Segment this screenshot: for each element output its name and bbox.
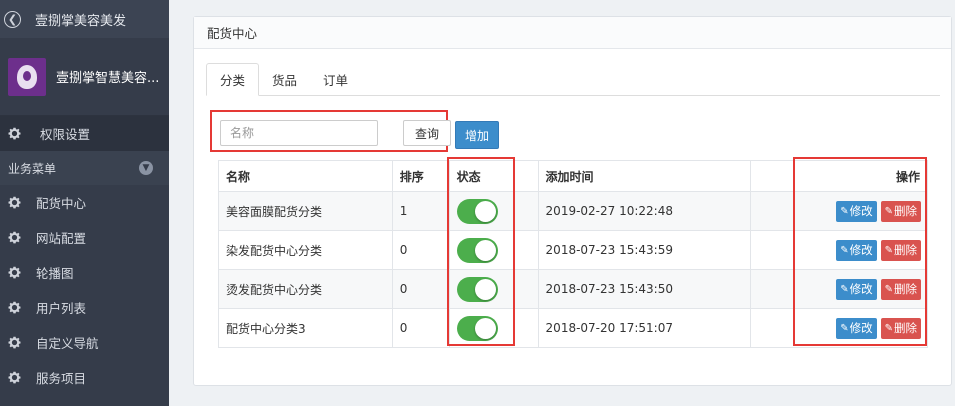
sidebar-item-label: 用户列表 <box>36 301 87 316</box>
delete-icon: ✎ <box>884 205 893 217</box>
sidebar-item-label: 权限设置 <box>40 127 91 142</box>
gear-icon <box>6 126 22 142</box>
panel-title: 配货中心 <box>194 17 951 49</box>
cell-ops: ✎ 修改 ✎ 删除 <box>750 269 928 309</box>
edit-button[interactable]: ✎ 修改 <box>836 317 877 339</box>
cell-order: 1 <box>391 191 450 231</box>
edit-button[interactable]: ✎ 修改 <box>836 200 877 222</box>
avatar <box>8 57 46 96</box>
cell-time: 2018-07-20 17:51:07 <box>537 308 752 348</box>
cell-status <box>448 230 539 270</box>
sidebar-group-label: 业务菜单 <box>8 161 57 176</box>
search-area-highlight: 查询 <box>210 110 451 152</box>
sidebar-item-label: 自定义导航 <box>36 336 99 351</box>
sidebar-item-carousel[interactable]: 轮播图 <box>0 255 169 290</box>
status-toggle[interactable] <box>456 276 498 302</box>
sidebar-item-custom-nav[interactable]: 自定义导航 <box>0 325 169 360</box>
cell-ops: ✎ 修改 ✎ 删除 <box>750 191 928 231</box>
user-name: 壹捌掌智慧美容... <box>56 71 160 86</box>
sidebar-item-label: 配货中心 <box>36 196 87 211</box>
edit-button[interactable]: ✎ 修改 <box>836 278 877 300</box>
cell-time: 2019-02-27 10:22:48 <box>537 191 752 231</box>
cell-order: 0 <box>391 269 450 309</box>
chevron-down-icon[interactable]: ▼ <box>139 161 153 175</box>
delete-icon: ✎ <box>884 283 893 295</box>
back-icon[interactable]: ❮ <box>4 10 21 28</box>
edit-icon: ✎ <box>840 283 849 295</box>
add-button[interactable]: 增加 <box>455 121 499 149</box>
sidebar-item-distribution[interactable]: 配货中心 <box>0 185 169 220</box>
tab-goods[interactable]: 货品 <box>259 63 310 96</box>
table-row: 美容面膜配货分类 1 2019-02-27 10:22:48 ✎ 修改 ✎ 删除 <box>218 191 928 231</box>
app-title: 壹捌掌美容美发 <box>35 13 127 29</box>
col-header-order: 排序 <box>391 160 450 192</box>
sidebar-item-label: 网站配置 <box>36 231 87 246</box>
cell-time: 2018-07-23 15:43:59 <box>537 230 752 270</box>
cell-time: 2018-07-23 15:43:50 <box>537 269 752 309</box>
cell-status <box>448 269 539 309</box>
table-row: 配货中心分类3 0 2018-07-20 17:51:07 ✎ 修改 ✎ 删除 <box>218 308 928 348</box>
col-header-ops: 操作 <box>750 160 928 192</box>
gear-icon <box>6 335 22 351</box>
category-table: 名称 排序 状态 添加时间 操作 美容面膜配货分类 1 2019-02-27 1… <box>218 160 928 348</box>
sidebar-item-permissions[interactable]: 权限设置 <box>0 116 169 151</box>
sidebar-item-services[interactable]: 服务项目 <box>0 360 169 395</box>
table-header-row: 名称 排序 状态 添加时间 操作 <box>218 160 928 192</box>
status-toggle[interactable] <box>456 315 498 341</box>
delete-button[interactable]: ✎ 删除 <box>880 200 921 222</box>
col-header-name: 名称 <box>218 160 393 192</box>
gear-icon <box>6 300 22 316</box>
sidebar: ❮ 壹捌掌美容美发 壹捌掌智慧美容... 权限设置 业务菜单 ▼ 配货中心 网站… <box>0 0 169 406</box>
cell-name: 烫发配货中心分类 <box>218 269 393 309</box>
sidebar-item-label: 轮播图 <box>36 266 74 281</box>
col-header-status: 状态 <box>448 160 539 192</box>
edit-button[interactable]: ✎ 修改 <box>836 239 877 261</box>
sidebar-item-users[interactable]: 用户列表 <box>0 290 169 325</box>
gear-icon <box>6 265 22 281</box>
delete-icon: ✎ <box>884 244 893 256</box>
delete-button[interactable]: ✎ 删除 <box>880 278 921 300</box>
cell-status <box>448 191 539 231</box>
user-profile: 壹捌掌智慧美容... <box>0 38 169 116</box>
cell-name: 美容面膜配货分类 <box>218 191 393 231</box>
cell-order: 0 <box>391 230 450 270</box>
cell-ops: ✎ 修改 ✎ 删除 <box>750 308 928 348</box>
edit-icon: ✎ <box>840 205 849 217</box>
query-button[interactable]: 查询 <box>403 120 451 146</box>
edit-icon: ✎ <box>840 244 849 256</box>
cell-name: 染发配货中心分类 <box>218 230 393 270</box>
cell-status <box>448 308 539 348</box>
delete-icon: ✎ <box>884 322 893 334</box>
tab-bar: 分类 货品 订单 <box>206 63 940 96</box>
status-toggle[interactable] <box>456 237 498 263</box>
tab-category[interactable]: 分类 <box>206 63 260 96</box>
search-input[interactable] <box>220 120 378 146</box>
gear-icon <box>6 370 22 386</box>
tab-orders[interactable]: 订单 <box>310 63 361 96</box>
sidebar-group-business[interactable]: 业务菜单 ▼ <box>0 151 169 185</box>
delete-button[interactable]: ✎ 删除 <box>880 317 921 339</box>
sidebar-item-label: 服务项目 <box>36 371 87 386</box>
table-row: 染发配货中心分类 0 2018-07-23 15:43:59 ✎ 修改 ✎ 删除 <box>218 230 928 270</box>
app-root: ❮ 壹捌掌美容美发 壹捌掌智慧美容... 权限设置 业务菜单 ▼ 配货中心 网站… <box>0 0 955 406</box>
col-header-time: 添加时间 <box>537 160 752 192</box>
main-panel: 配货中心 分类 货品 订单 查询 增加 名称 排序 状态 添加时间 操作 <box>193 16 952 386</box>
edit-icon: ✎ <box>840 322 849 334</box>
sidebar-menu: 配货中心 网站配置 轮播图 用户列表 自定义导航 服务项目 <box>0 185 169 395</box>
table-row: 烫发配货中心分类 0 2018-07-23 15:43:50 ✎ 修改 ✎ 删除 <box>218 269 928 309</box>
status-toggle[interactable] <box>456 198 498 224</box>
gear-icon <box>6 230 22 246</box>
sidebar-item-site-config[interactable]: 网站配置 <box>0 220 169 255</box>
cell-ops: ✎ 修改 ✎ 删除 <box>750 230 928 270</box>
delete-button[interactable]: ✎ 删除 <box>880 239 921 261</box>
sidebar-header: ❮ 壹捌掌美容美发 <box>0 0 169 38</box>
cell-order: 0 <box>391 308 450 348</box>
cell-name: 配货中心分类3 <box>218 308 393 348</box>
gear-icon <box>6 195 22 211</box>
